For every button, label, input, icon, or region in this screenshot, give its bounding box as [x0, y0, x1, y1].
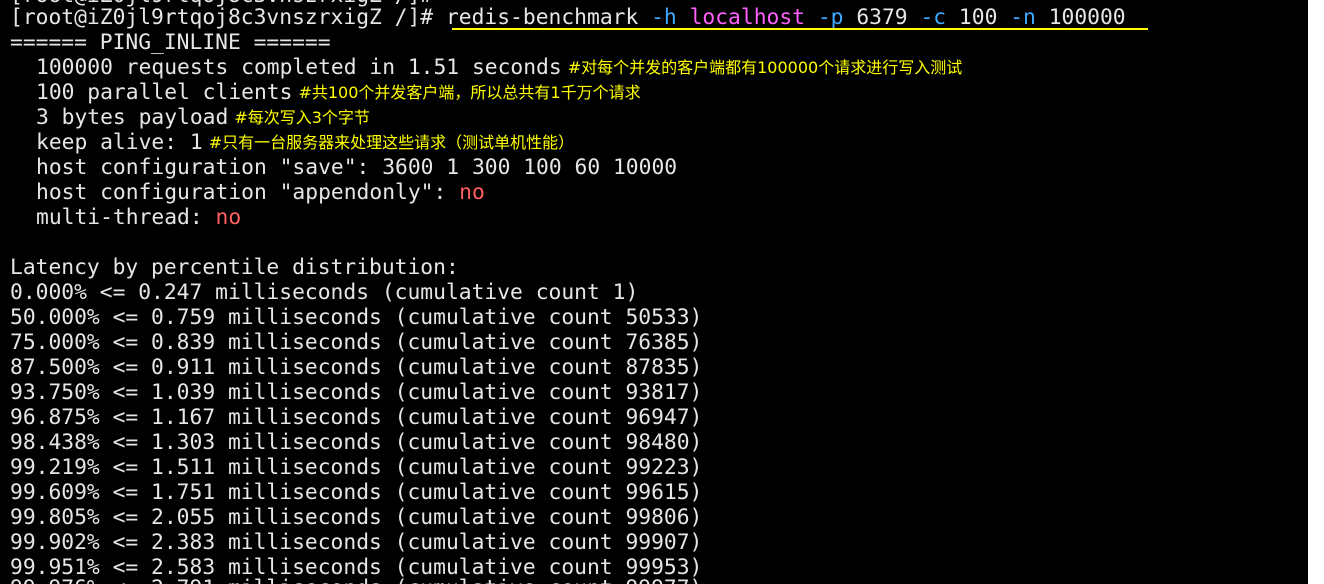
- latency-header: Latency by percentile distribution:: [10, 255, 459, 280]
- terminal-window[interactable]: [root@iZ0jl9rtqoj8c3vnszrxigZ /]# [root@…: [0, 0, 1308, 584]
- summary-text: 100000 requests completed in 1.51 second…: [36, 55, 562, 80]
- latency-row: 99.219% <= 1.511 milliseconds (cumulativ…: [10, 455, 703, 480]
- appendonly-line: host configuration "appendonly": no: [36, 180, 485, 205]
- command-port: 6379: [856, 5, 908, 30]
- summary-text: host configuration "save": 3600 1 300 10…: [36, 155, 678, 180]
- command-requests: 100000: [1048, 5, 1126, 30]
- latency-row: 96.875% <= 1.167 milliseconds (cumulativ…: [10, 405, 703, 430]
- latency-row: 99.902% <= 2.383 milliseconds (cumulativ…: [10, 530, 703, 555]
- annotation-comment: #只有一台服务器来处理这些请求（测试单机性能）: [208, 133, 575, 152]
- command-host: localhost: [689, 5, 805, 30]
- command-flag-p: -p: [817, 5, 844, 30]
- multithread-value: no: [215, 205, 242, 230]
- annotation-comment: #对每个并发的客户端都有100000个请求进行写入测试: [567, 58, 963, 77]
- multithread-line: multi-thread: no: [36, 205, 241, 230]
- latency-row: 75.000% <= 0.839 milliseconds (cumulativ…: [10, 330, 703, 355]
- summary-text: 3 bytes payload: [36, 105, 229, 130]
- appendonly-value: no: [459, 180, 485, 205]
- latency-row: 0.000% <= 0.247 milliseconds (cumulative…: [10, 280, 639, 305]
- summary-line: 100000 requests completed in 1.51 second…: [36, 55, 962, 80]
- command-flag-c: -c: [920, 5, 947, 30]
- latency-row: 99.976% <= 2.791 milliseconds (cumulativ…: [10, 576, 702, 584]
- latency-row: 99.609% <= 1.751 milliseconds (cumulativ…: [10, 480, 703, 505]
- latency-row: 93.750% <= 1.039 milliseconds (cumulativ…: [10, 380, 703, 405]
- command-program: redis-benchmark: [445, 5, 639, 30]
- summary-text: 100 parallel clients: [36, 80, 293, 105]
- multithread-label: multi-thread:: [36, 205, 216, 230]
- latency-row: 87.500% <= 0.911 milliseconds (cumulativ…: [10, 355, 703, 380]
- shell-prompt: [root@iZ0jl9rtqoj8c3vnszrxigZ /]#: [10, 5, 434, 30]
- appendonly-label: host configuration "appendonly":: [36, 180, 460, 205]
- section-header: ====== PING_INLINE ======: [10, 30, 331, 55]
- latency-row: 50.000% <= 0.759 milliseconds (cumulativ…: [10, 305, 703, 330]
- summary-line: 100 parallel clients #共100个并发客户端，所以总共有1千万…: [36, 80, 641, 105]
- latency-row: 98.438% <= 1.303 milliseconds (cumulativ…: [10, 430, 703, 455]
- latency-row: 99.805% <= 2.055 milliseconds (cumulativ…: [10, 505, 703, 530]
- summary-line: keep alive: 1 #只有一台服务器来处理这些请求（测试单机性能）: [36, 130, 574, 155]
- command-clients: 100: [958, 5, 998, 30]
- command-underline-annotation: [452, 28, 1148, 30]
- annotation-comment: #每次写入3个字节: [234, 108, 370, 127]
- summary-line: host configuration "save": 3600 1 300 10…: [36, 155, 677, 180]
- summary-text: keep alive: 1: [36, 130, 203, 155]
- summary-line: 3 bytes payload #每次写入3个字节: [36, 105, 370, 130]
- command-line: [root@iZ0jl9rtqoj8c3vnszrxigZ /]# redis-…: [10, 5, 1126, 30]
- annotation-comment: #共100个并发客户端，所以总共有1千万个请求: [298, 83, 641, 102]
- command-flag-h: -h: [651, 5, 677, 30]
- command-flag-n: -n: [1010, 5, 1036, 30]
